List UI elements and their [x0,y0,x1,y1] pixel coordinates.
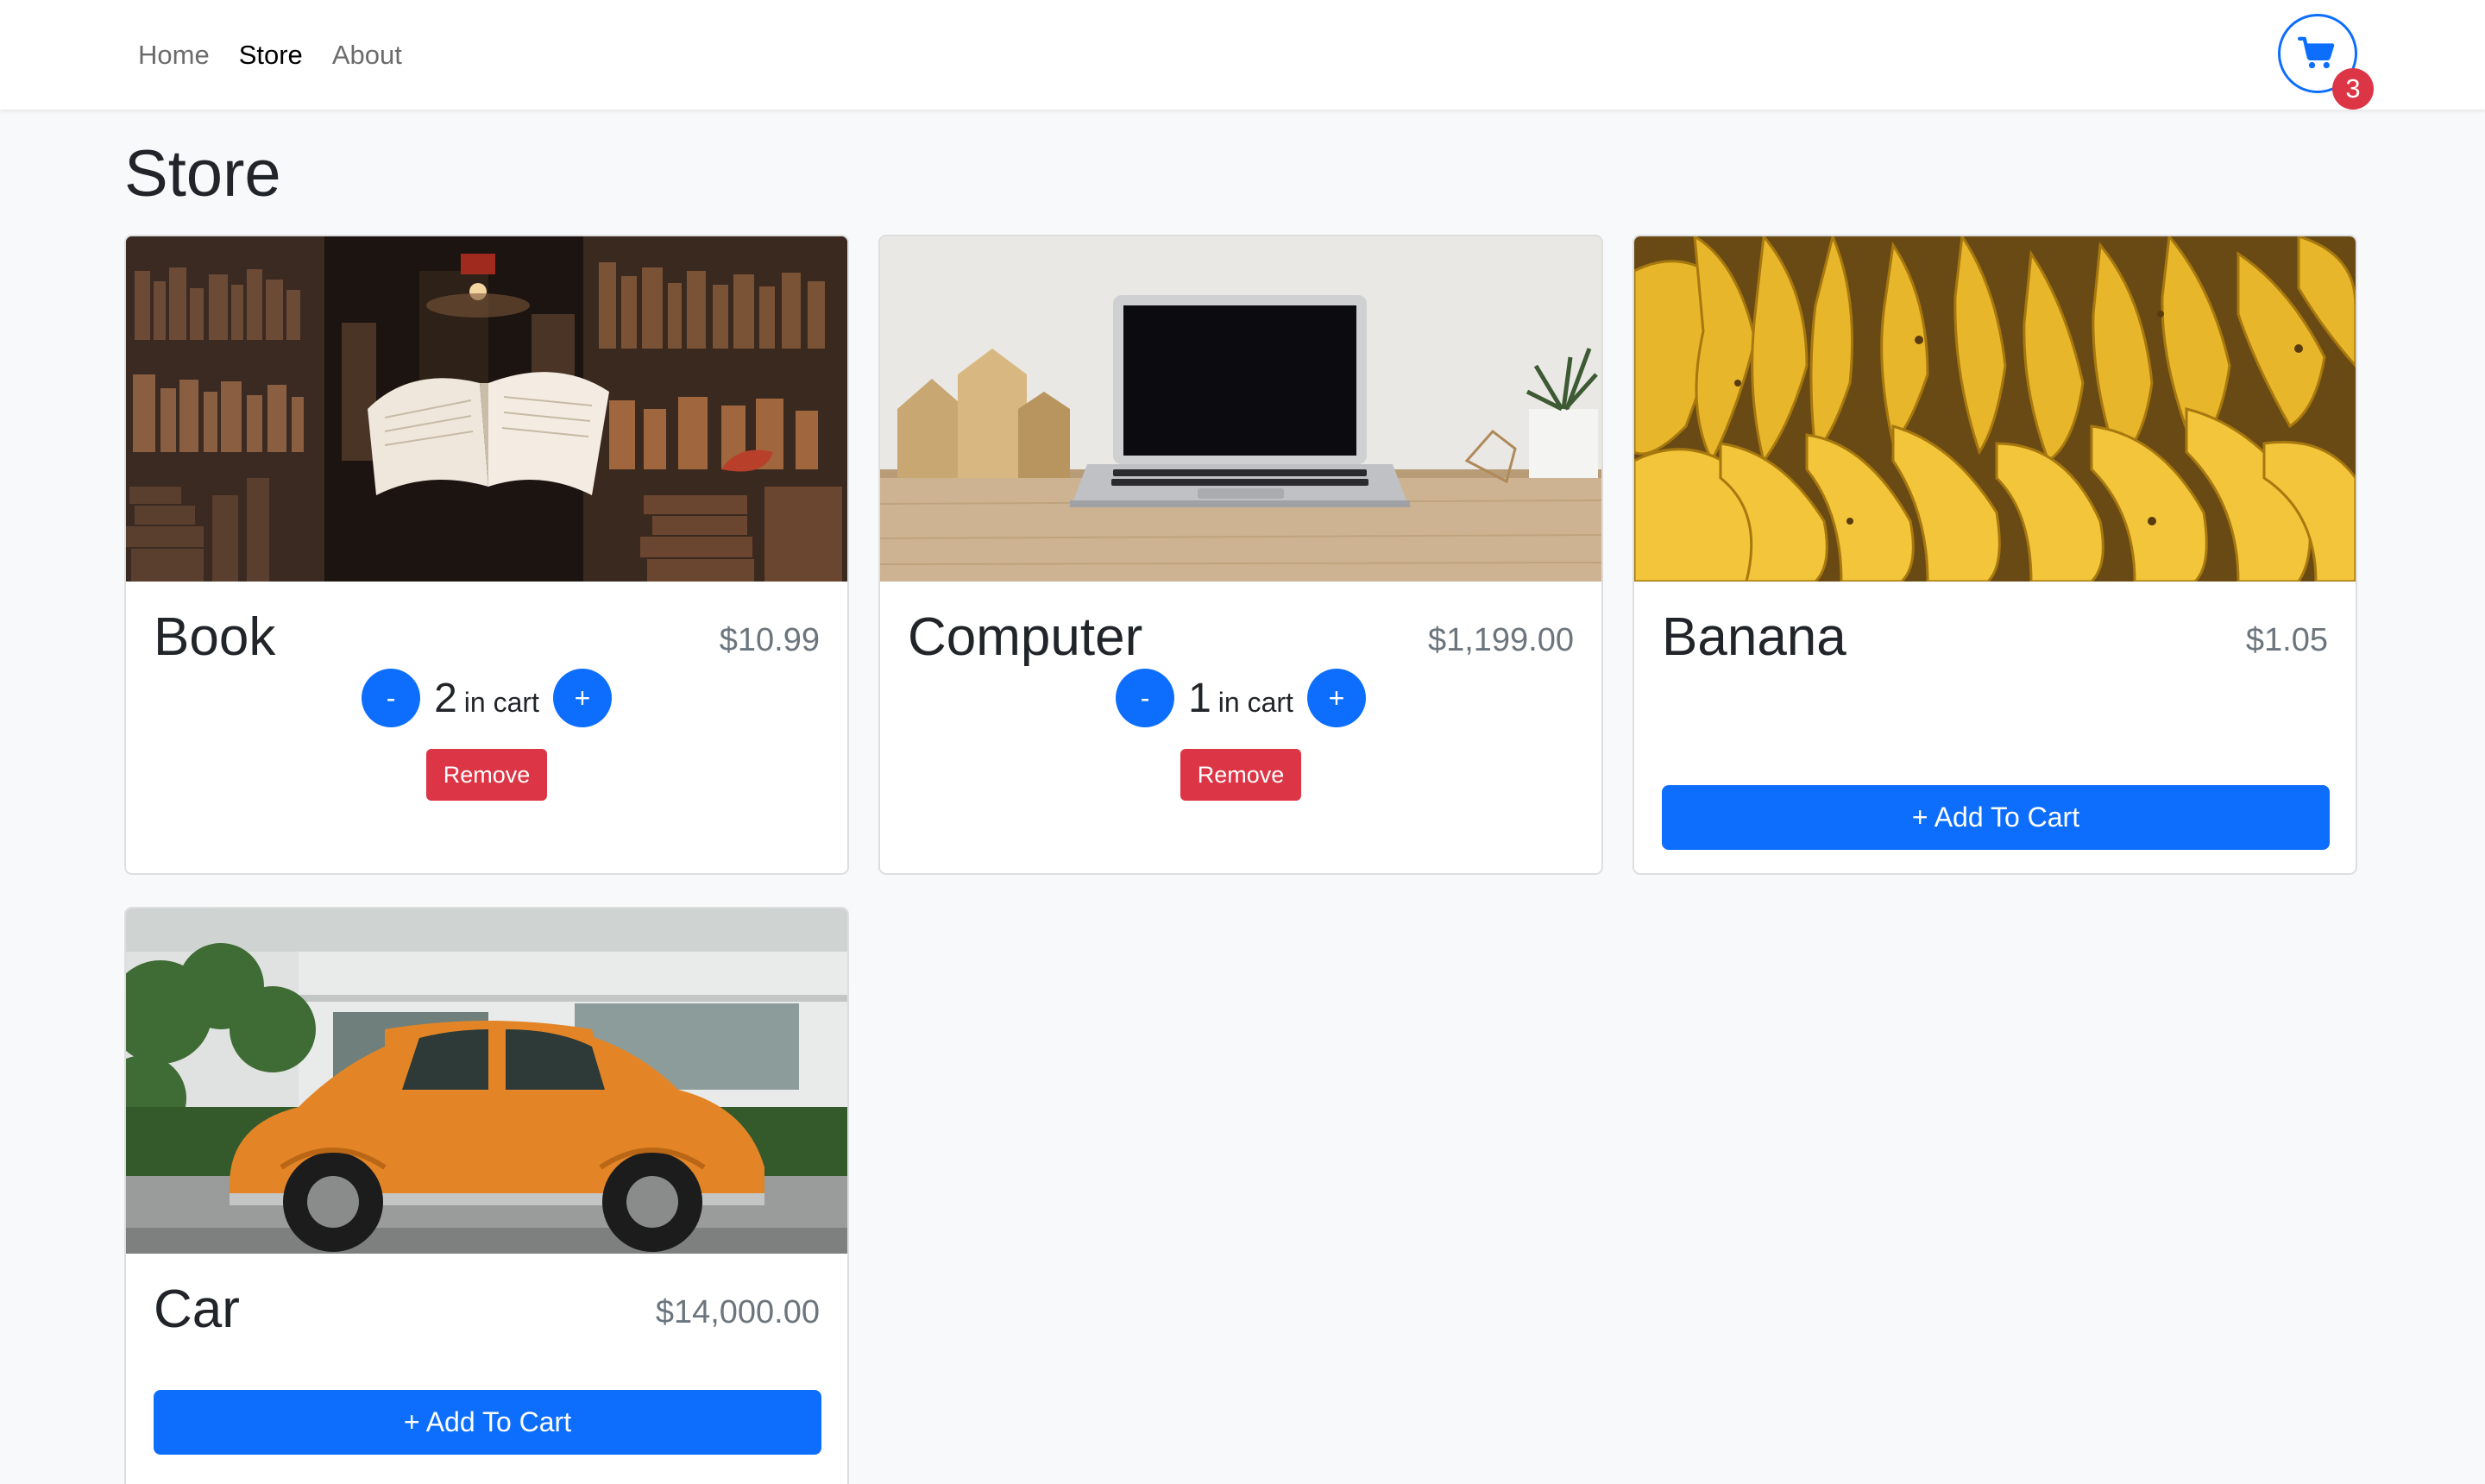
decrement-button[interactable]: - [1116,669,1175,727]
quantity-value: 2 [434,675,457,721]
product-price: $14,000.00 [655,1294,820,1330]
cart-count-badge: 3 [2332,68,2374,110]
nav-link-about[interactable]: About [332,40,402,71]
add-to-cart-button[interactable]: + Add To Cart [154,1390,821,1455]
product-card-car: Car $14,000.00 + Add To Cart [124,907,849,1484]
in-cart-label: in cart [463,686,539,718]
product-card-book: Book $10.99 - 2 in cart + Remove [124,235,849,875]
cart-icon [2298,36,2335,69]
quantity-display: 2 in cart [434,675,539,722]
nav-links: Home Store About [138,0,431,110]
product-image-car [126,909,847,1254]
quantity-display: 1 in cart [1188,675,1293,722]
quantity-controls: - 1 in cart + [880,668,1601,728]
product-price: $1.05 [2245,622,2328,658]
quantity-controls: - 2 in cart + [126,668,847,728]
cart-button[interactable]: 3 [2278,14,2374,110]
nav-link-home[interactable]: Home [138,40,210,71]
remove-button[interactable]: Remove [426,749,547,801]
navbar: Home Store About 3 [0,0,2485,110]
product-name: Book [154,607,276,667]
decrement-button[interactable]: - [362,669,421,727]
product-card-banana: Banana $1.05 + Add To Cart [1633,235,2357,875]
product-name: Computer [908,607,1143,667]
product-image-banana [1634,236,2356,582]
page-title: Store [124,137,281,211]
increment-button[interactable]: + [1306,669,1366,727]
product-price: $10.99 [719,622,820,658]
product-image-book [126,236,847,582]
quantity-value: 1 [1188,675,1211,721]
product-price: $1,199.00 [1427,622,1574,658]
nav-link-store[interactable]: Store [239,40,303,71]
product-name: Car [154,1280,240,1339]
in-cart-label: in cart [1217,686,1293,718]
remove-button[interactable]: Remove [1180,749,1301,801]
product-image-computer [880,236,1601,582]
product-card-computer: Computer $1,199.00 - 1 in cart + Remove [878,235,1603,875]
add-to-cart-button[interactable]: + Add To Cart [1662,785,2330,850]
product-name: Banana [1662,607,1846,667]
increment-button[interactable]: + [552,669,612,727]
